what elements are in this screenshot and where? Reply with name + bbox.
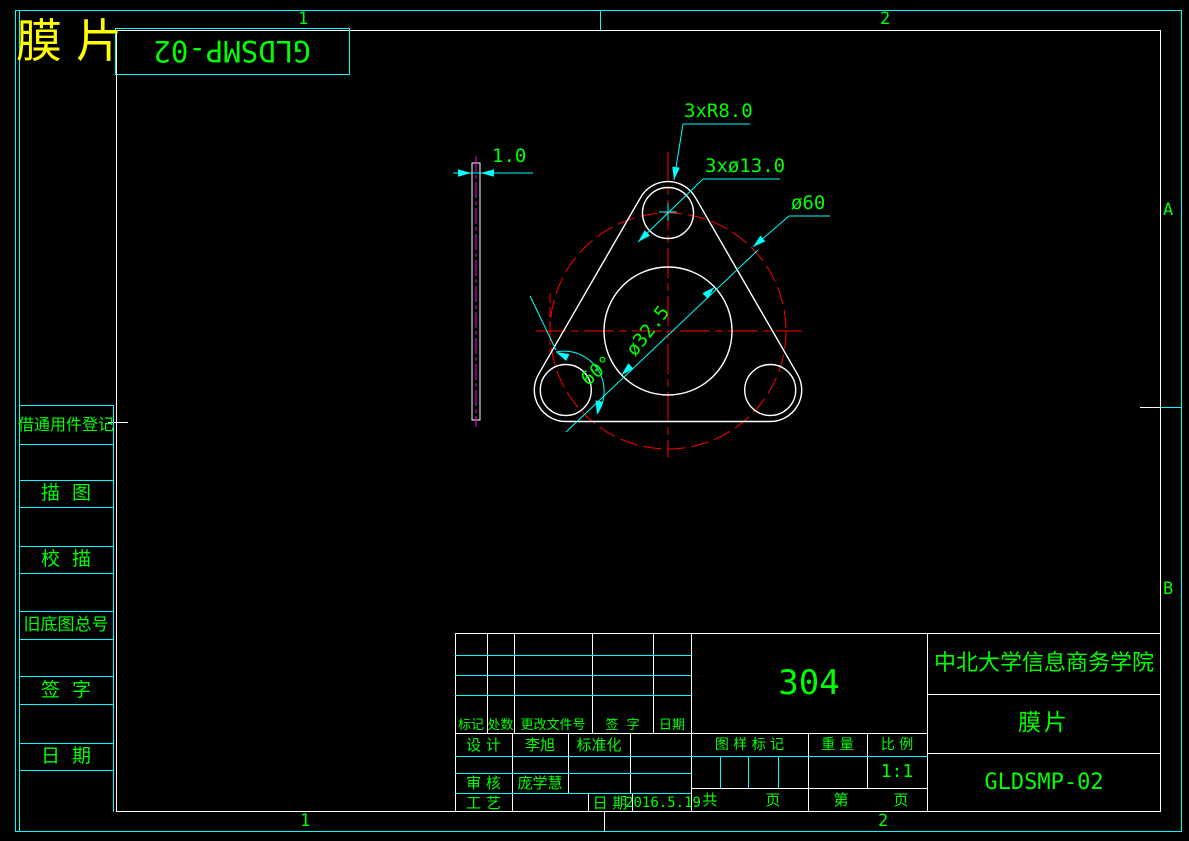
tb-check-label: 审 核 — [466, 773, 501, 792]
zone-marker-right-b: B — [1163, 579, 1174, 599]
sidebar-item-date: 日 期 — [40, 745, 92, 767]
dimension-arrows — [458, 166, 766, 414]
tb-stamp-mark-label: 图 样 标 记 — [714, 737, 785, 753]
tb-part-name: 膜片 — [1018, 710, 1070, 736]
dim-hole-diameter: 3xø13.0 — [705, 155, 786, 177]
tb-stamp-total-pages: 页 — [765, 791, 781, 809]
sidebar-item-tracing: 描 图 — [40, 482, 92, 504]
tb-drawing-no: GLDSMP-02 — [984, 769, 1104, 795]
tb-header-doc-no: 更改文件号 — [520, 717, 586, 733]
tb-school: 中北大学信息商务学院 — [933, 650, 1154, 676]
zone-marker-top-1: 1 — [298, 9, 309, 29]
dim-corner-radius: 3xR8.0 — [684, 100, 753, 122]
sidebar-item-check-tracing: 校 描 — [40, 548, 92, 570]
tb-stamp-weight-label: 重 量 — [821, 737, 854, 753]
zone-marker-right-a: A — [1163, 200, 1174, 220]
tb-stamp-scale-label: 比 例 — [880, 737, 914, 753]
tb-standard-label: 标准化 — [576, 735, 622, 754]
tb-header-mark: 标记 — [457, 717, 484, 733]
tb-material: 304 — [778, 663, 840, 703]
sidebar-item-old-drawing-no: 旧底图总号 — [23, 614, 109, 635]
tb-date-value: 2016.5.19 — [625, 795, 701, 811]
part-side-view — [471, 156, 481, 427]
tb-stamp-page-word: 页 — [893, 791, 909, 809]
tb-stamp-scale-value: 1:1 — [880, 761, 914, 782]
sidebar-item-borrow-register: 借通用件登记 — [18, 414, 115, 434]
zone-marker-bottom-2: 2 — [878, 811, 889, 831]
tb-process-label: 工 艺 — [466, 793, 501, 812]
dim-thickness: 1.0 — [492, 145, 527, 167]
dim-bolt-circle: ø60 — [791, 192, 826, 214]
tb-stamp-total-label: 共 — [702, 791, 718, 809]
cad-drawing-viewport: 1 2 1 2 A B 膜片 GLDSMP-02 借通用件登记 描 图 校 描 … — [0, 0, 1189, 841]
zone-marker-top-2: 2 — [880, 9, 891, 29]
tb-design-label: 设 计 — [466, 735, 501, 754]
sidebar-item-signature: 签 字 — [40, 678, 92, 701]
tb-header-sign: 签 字 — [605, 717, 640, 733]
tb-stamp-page-label: 第 — [833, 791, 849, 809]
tb-checker: 庞学慧 — [517, 773, 563, 792]
tb-header-date: 日期 — [658, 717, 685, 733]
zone-marker-bottom-1: 1 — [300, 811, 311, 831]
tb-designer: 李旭 — [524, 735, 555, 754]
tb-header-count: 处数 — [487, 717, 514, 733]
corner-drawing-no-flipped: GLDSMP-02 — [153, 34, 311, 69]
